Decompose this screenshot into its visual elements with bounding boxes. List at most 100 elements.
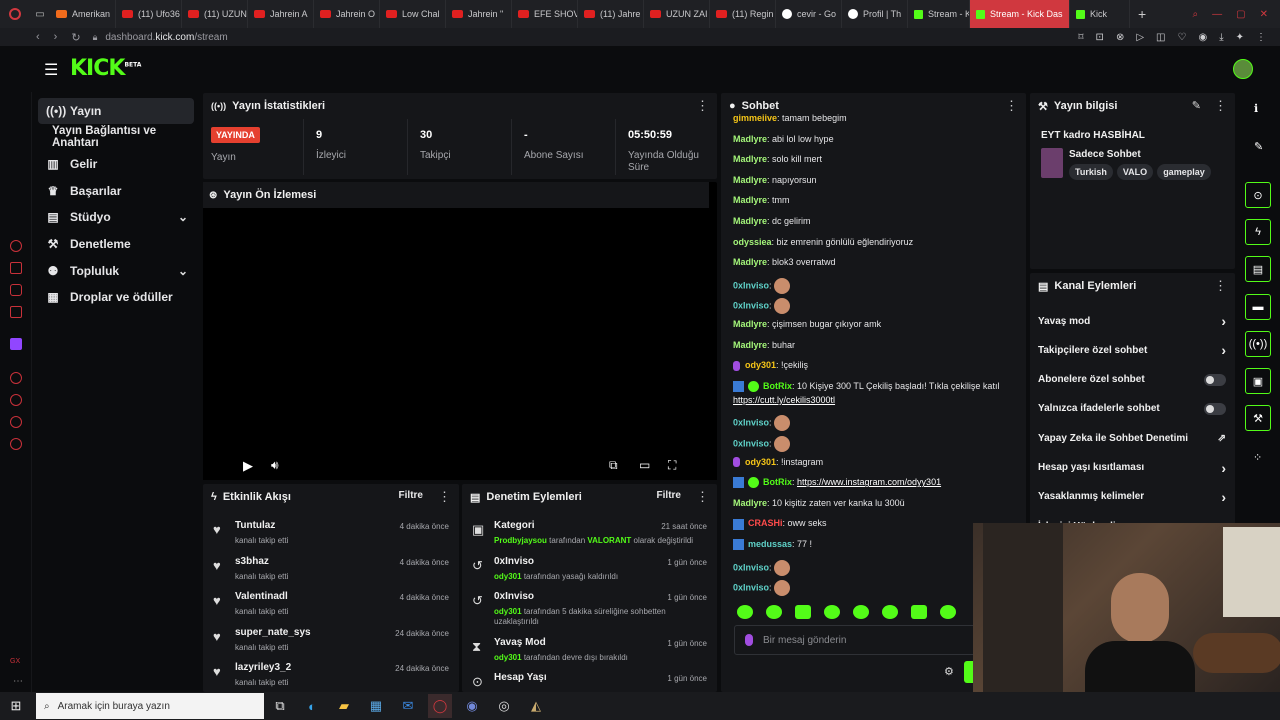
- browser-tab[interactable]: Jahrein ": [446, 0, 512, 28]
- chat-message[interactable]: gimmeiive: tamam bebegim: [733, 113, 847, 123]
- whatsapp-icon[interactable]: [10, 262, 22, 274]
- snapshot-icon[interactable]: ⊡: [1096, 32, 1104, 43]
- browser-tab[interactable]: (11) Regin: [710, 0, 776, 28]
- browser-tab[interactable]: (11) UZUN: [182, 0, 248, 28]
- miniplayer-icon[interactable]: ⧉: [609, 458, 618, 473]
- activity-item[interactable]: ♥ super_nate_sys kanalı takip etti 24 dakik…: [203, 627, 459, 661]
- emote-picker-icon[interactable]: [745, 634, 753, 646]
- fullscreen-icon[interactable]: ⛶: [668, 458, 676, 473]
- browser-tab[interactable]: Stream - Kick Das: [970, 0, 1070, 28]
- chat-username[interactable]: 0xInviso: [733, 562, 769, 572]
- play-icon[interactable]: ▶: [243, 458, 253, 474]
- moderation-item[interactable]: ↺ 0xInviso ody301 tarafından 5 dakika süre…: [462, 591, 717, 635]
- sidebar-item-gelir[interactable]: ▥ Gelir: [38, 151, 194, 177]
- chat-message[interactable]: Madlyre: solo kill mert: [733, 154, 822, 164]
- browser-tab[interactable]: Stream - K: [908, 0, 970, 28]
- emote-icon[interactable]: [853, 605, 869, 619]
- emote-icon[interactable]: [795, 605, 811, 619]
- emote-icon[interactable]: [737, 605, 753, 619]
- chat-message[interactable]: 0xInviso:: [733, 415, 791, 432]
- chat-username[interactable]: Madlyre: [733, 195, 767, 205]
- search-icon[interactable]: ⌕: [1193, 9, 1199, 20]
- chat-message[interactable]: Madlyre: çişimsen bugar çıkıyor amk: [733, 319, 881, 329]
- chat-username[interactable]: Madlyre: [733, 216, 767, 226]
- flash-tool-button[interactable]: ϟ: [1245, 219, 1271, 245]
- account-icon[interactable]: ◉: [1198, 32, 1207, 43]
- chat-message[interactable]: Madlyre: blok3 overratwd: [733, 257, 836, 267]
- chat-message[interactable]: Madlyre: buhar: [733, 340, 795, 350]
- activity-item[interactable]: ♥ Tuntulaz kanalı takip etti 4 dakika önce: [203, 520, 459, 554]
- chat-message[interactable]: medussas: 77 !: [733, 539, 812, 551]
- activity-item[interactable]: ♥ Valentinadl kanalı takip etti 4 dakika ön…: [203, 591, 459, 625]
- sidebar-item-stream-key[interactable]: Yayın Bağlantısı ve Anahtarı: [38, 124, 194, 150]
- stream-tag[interactable]: VALO: [1116, 164, 1154, 180]
- browser-tab[interactable]: (11) Ufo36: [116, 0, 182, 28]
- taskbar-search[interactable]: ⌕ Aramak için buraya yazın: [36, 693, 264, 719]
- browser-tab[interactable]: Jahrein A: [248, 0, 314, 28]
- moderation-item[interactable]: ⧗ Yavaş Mod ody301 tarafından devre dışı b…: [462, 637, 717, 671]
- kebab-menu-icon[interactable]: ⋮: [1214, 98, 1227, 114]
- sidebar-item-denetleme[interactable]: ⚒ Denetleme: [38, 231, 194, 257]
- pencil-icon[interactable]: ✎: [1254, 140, 1263, 153]
- browser-tab[interactable]: Amerikan: [50, 0, 116, 28]
- chat-message[interactable]: ody301: !instagram: [733, 457, 823, 468]
- chat-username[interactable]: Madlyre: [733, 319, 767, 329]
- emote-icon[interactable]: [882, 605, 898, 619]
- theater-icon[interactable]: ▭: [639, 458, 650, 472]
- kebab-menu-icon[interactable]: ⋮: [438, 489, 451, 505]
- channel-action-item[interactable]: Abonelere özel sohbet: [1038, 366, 1226, 394]
- chat-username[interactable]: Madlyre: [733, 154, 767, 164]
- settings-icon[interactable]: [10, 438, 22, 450]
- chat-username[interactable]: Madlyre: [733, 340, 767, 350]
- activity-item[interactable]: ♥ s3bhaz kanalı takip etti 4 dakika önce: [203, 556, 459, 590]
- obs-icon[interactable]: ◎: [492, 694, 516, 718]
- sidebar-item-droplar[interactable]: ▦ Droplar ve ödüller: [38, 284, 194, 310]
- opera-gx-icon[interactable]: ◯: [428, 694, 452, 718]
- channel-action-item[interactable]: Yavaş mod ›: [1038, 307, 1226, 335]
- minimize-icon[interactable]: —: [1212, 9, 1222, 20]
- channel-action-item[interactable]: Yasaklanmış kelimeler ›: [1038, 483, 1226, 511]
- chat-username[interactable]: Madlyre: [733, 175, 767, 185]
- chat-message[interactable]: BotRix: 10 Kişiye 300 TL Çekiliş başladı…: [733, 381, 999, 392]
- moderation-item[interactable]: ⊙ Hesap Yaşı 1 gün önce: [462, 672, 717, 692]
- vpn-icon[interactable]: ◫: [1156, 32, 1165, 43]
- task-view-icon[interactable]: ⧉: [268, 694, 292, 718]
- url-field[interactable]: dashboard.kick.com/stream: [105, 32, 227, 43]
- opera-logo-icon[interactable]: [0, 0, 30, 28]
- stream-tag[interactable]: Turkish: [1069, 164, 1113, 180]
- edge-icon[interactable]: ◐: [300, 694, 324, 718]
- kebab-menu-icon[interactable]: ⋮: [1214, 278, 1227, 294]
- volume-icon[interactable]: 🔊︎: [271, 458, 279, 473]
- close-icon[interactable]: ✕: [1260, 9, 1268, 20]
- user-avatar[interactable]: [1233, 59, 1253, 79]
- channel-action-item[interactable]: Hesap yaşı kısıtlaması ›: [1038, 454, 1226, 482]
- channel-action-item[interactable]: Takipçilere özel sohbet ›: [1038, 336, 1226, 364]
- chat-message[interactable]: ody301: !çekiliş: [733, 360, 808, 371]
- chat-username[interactable]: gimmeiive: [733, 113, 777, 123]
- chat-tool-button[interactable]: ▬: [1245, 294, 1271, 320]
- channel-action-item[interactable]: Yapay Zeka ile Sohbet Denetimi ⇗: [1038, 424, 1226, 452]
- info-icon[interactable]: ℹ: [1254, 102, 1258, 115]
- chat-message[interactable]: 0xInviso:: [733, 559, 791, 576]
- browser-tab[interactable]: UZUN ZAI: [644, 0, 710, 28]
- chat-message[interactable]: BotRix: https://www.instagram.com/odyy30…: [733, 477, 941, 489]
- discord-icon[interactable]: ◉: [460, 694, 484, 718]
- browser-tab[interactable]: cevir - Go: [776, 0, 842, 28]
- wrench-tool-button[interactable]: ⚒: [1245, 405, 1271, 431]
- forward-icon[interactable]: ›: [54, 31, 58, 43]
- download-icon[interactable]: ⤓: [1219, 32, 1223, 43]
- menu-icon[interactable]: ⋮: [1256, 32, 1266, 43]
- file-explorer-icon[interactable]: ▰: [332, 694, 356, 718]
- sidebar-item-yayin[interactable]: ((•)) Yayın: [38, 98, 194, 124]
- chat-username[interactable]: Madlyre: [733, 257, 767, 267]
- chat-message[interactable]: Madlyre: napıyorsun: [733, 175, 817, 185]
- broadcast-tool-button[interactable]: ((•)): [1245, 331, 1271, 357]
- gx-icon[interactable]: GX: [10, 658, 20, 665]
- chat-link[interactable]: https://cutt.ly/cekilis3000tl: [733, 395, 835, 405]
- toggle-switch[interactable]: [1204, 373, 1226, 386]
- chat-username[interactable]: BotRix: [763, 477, 792, 487]
- notes-tool-button[interactable]: ▤: [1245, 256, 1271, 282]
- stream-tag[interactable]: gameplay: [1157, 164, 1211, 180]
- ai-icon[interactable]: ✦: [1236, 32, 1244, 43]
- messenger-icon[interactable]: [10, 240, 22, 252]
